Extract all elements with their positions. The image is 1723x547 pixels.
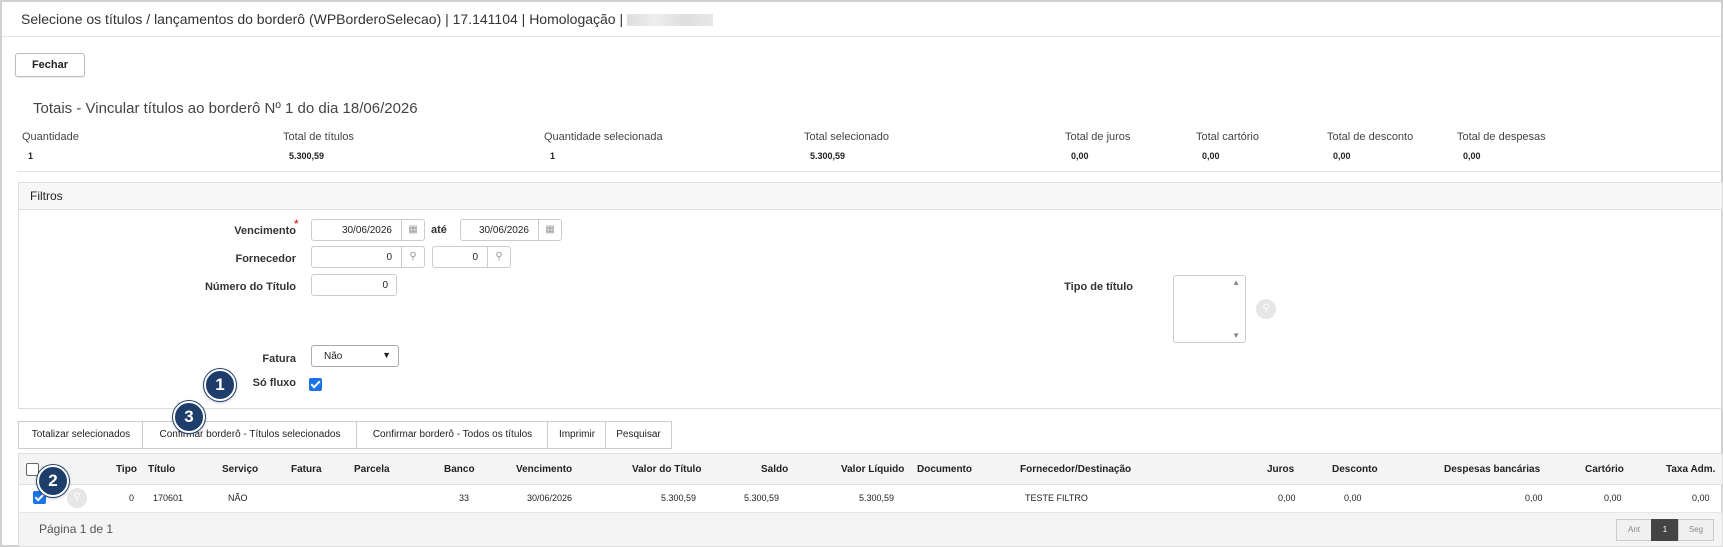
cell-vencimento: 30/06/2026 (527, 493, 573, 503)
table-row[interactable]: ⚲ 0 170601 NÃO 33 30/06/2026 5.300,59 5.… (19, 485, 1722, 513)
so-fluxo-checkbox[interactable] (309, 378, 322, 391)
vencimento-label: Vencimento (234, 225, 296, 237)
cell-banco: 33 (459, 493, 470, 503)
filters-header[interactable]: Filtros (19, 183, 1722, 210)
col-parcela[interactable]: Parcela (354, 464, 390, 475)
vencimento-to-input[interactable]: 30/06/2026 ▦ (460, 219, 562, 241)
col-tipo[interactable]: Tipo (116, 464, 137, 475)
col-juros[interactable]: Juros (1267, 464, 1294, 475)
numero-titulo-label: Número do Título (204, 281, 296, 293)
fornecedor-from-input[interactable]: 0 ⚲ (311, 246, 425, 268)
cell-valor-liquido: 5.300,59 (859, 493, 895, 503)
total-juros: Total de juros 0,00 (1065, 131, 1131, 161)
col-servico[interactable]: Serviço (222, 464, 258, 475)
prev-page-button[interactable]: Ant (1616, 519, 1652, 541)
cell-desconto: 0,00 (1344, 493, 1362, 503)
cell-juros: 0,00 (1278, 493, 1296, 503)
col-vencimento[interactable]: Vencimento (516, 464, 572, 475)
vencimento-from-input[interactable]: 30/06/2026 ▦ (311, 219, 425, 241)
col-despesas[interactable]: Despesas bancárias (1444, 464, 1540, 475)
page-info: Página 1 de 1 (39, 522, 114, 536)
numero-titulo-input[interactable]: 0 (311, 274, 397, 296)
col-valor-titulo[interactable]: Valor do Título (632, 464, 701, 475)
filters-panel: Filtros Vencimento * 30/06/2026 ▦ até 30… (18, 182, 1723, 409)
fatura-label: Fatura (262, 353, 296, 365)
cell-saldo: 5.300,59 (744, 493, 780, 503)
col-taxa-adm[interactable]: Taxa Adm. (1666, 464, 1715, 475)
fatura-select[interactable]: Não ▼ (311, 345, 399, 367)
cell-fornecedor: TESTE FILTRO (1025, 493, 1088, 503)
cell-servico: NÃO (228, 493, 248, 503)
col-fornecedor[interactable]: Fornecedor/Destinação (1020, 464, 1131, 475)
col-titulo[interactable]: Título (148, 464, 175, 475)
total-quantidade: Quantidade 1 (22, 131, 79, 161)
required-marker: * (294, 217, 299, 231)
window: Selecione os títulos / lançamentos do bo… (0, 0, 1723, 547)
total-despesas: Total de despesas 0,00 (1457, 131, 1546, 161)
cell-titulo: 170601 (153, 493, 184, 503)
total-quantidade-selecionada: Quantidade selecionada 1 (544, 131, 663, 161)
title-bar: Selecione os títulos / lançamentos do bo… (2, 2, 1721, 37)
pesquisar-button[interactable]: Pesquisar (605, 421, 672, 449)
totals-heading: Totais - Vincular títulos ao borderô Nº … (33, 100, 418, 117)
total-selecionado: Total selecionado 5.300,59 (804, 131, 890, 161)
calendar-icon[interactable]: ▦ (401, 220, 424, 240)
grid-header: Tipo Título Serviço Fatura Parcela Banco… (19, 454, 1722, 485)
search-icon[interactable]: ⚲ (487, 247, 510, 267)
col-fatura[interactable]: Fatura (291, 464, 322, 475)
chevron-down-icon: ▼ (382, 350, 391, 360)
cell-valor-titulo: 5.300,59 (661, 493, 697, 503)
tipo-titulo-label: Tipo de título (1064, 281, 1133, 293)
col-saldo[interactable]: Saldo (761, 464, 788, 475)
total-titulos: Total de títulos 5.300,59 (283, 131, 354, 161)
search-icon[interactable]: ⚲ (67, 488, 87, 508)
totalizar-selecionados-button[interactable]: Totalizar selecionados (18, 421, 144, 449)
fornecedor-to-input[interactable]: 0 ⚲ (432, 246, 511, 268)
fornecedor-label: Fornecedor (235, 253, 296, 265)
col-banco[interactable]: Banco (444, 464, 475, 475)
col-cartorio[interactable]: Cartório (1585, 464, 1624, 475)
callout-3: 3 (173, 401, 205, 433)
col-desconto[interactable]: Desconto (1332, 464, 1378, 475)
cell-tipo: 0 (129, 493, 135, 503)
scroll-up-icon[interactable]: ▲ (1232, 278, 1240, 287)
total-desconto: Total de desconto 0,00 (1327, 131, 1414, 161)
search-icon[interactable]: ⚲ (401, 247, 424, 267)
search-icon[interactable]: ⚲ (1256, 299, 1276, 319)
callout-1: 1 (204, 369, 236, 401)
tipo-titulo-listbox[interactable]: ▲ ▼ (1173, 275, 1246, 343)
window-title: Selecione os títulos / lançamentos do bo… (21, 11, 714, 27)
ate-label: até (431, 224, 447, 236)
close-button[interactable]: Fechar (15, 53, 85, 77)
cell-cartorio: 0,00 (1604, 493, 1622, 503)
scroll-down-icon[interactable]: ▼ (1232, 331, 1240, 340)
confirmar-todos-button[interactable]: Confirmar borderô - Todos os títulos (356, 421, 549, 449)
totals-panel: Quantidade 1 Total de títulos 5.300,59 Qua… (17, 123, 1721, 172)
current-page-button[interactable]: 1 (1651, 519, 1679, 541)
col-documento[interactable]: Documento (917, 464, 972, 475)
total-cartorio: Total cartório 0,00 (1196, 131, 1259, 161)
next-page-button[interactable]: Seg (1678, 519, 1714, 541)
col-valor-liquido[interactable]: Valor Líquido (841, 464, 904, 475)
cell-despesas: 0,00 (1525, 493, 1543, 503)
imprimir-button[interactable]: Imprimir (547, 421, 607, 449)
cell-taxa-adm: 0,00 (1692, 493, 1710, 503)
calendar-icon[interactable]: ▦ (538, 220, 561, 240)
select-all-checkbox[interactable] (26, 463, 39, 476)
redacted-user (627, 14, 714, 27)
titles-grid: Tipo Título Serviço Fatura Parcela Banco… (18, 453, 1723, 547)
callout-2: 2 (37, 465, 69, 497)
grid-footer: Página 1 de 1 Ant 1 Seg (19, 513, 1722, 546)
